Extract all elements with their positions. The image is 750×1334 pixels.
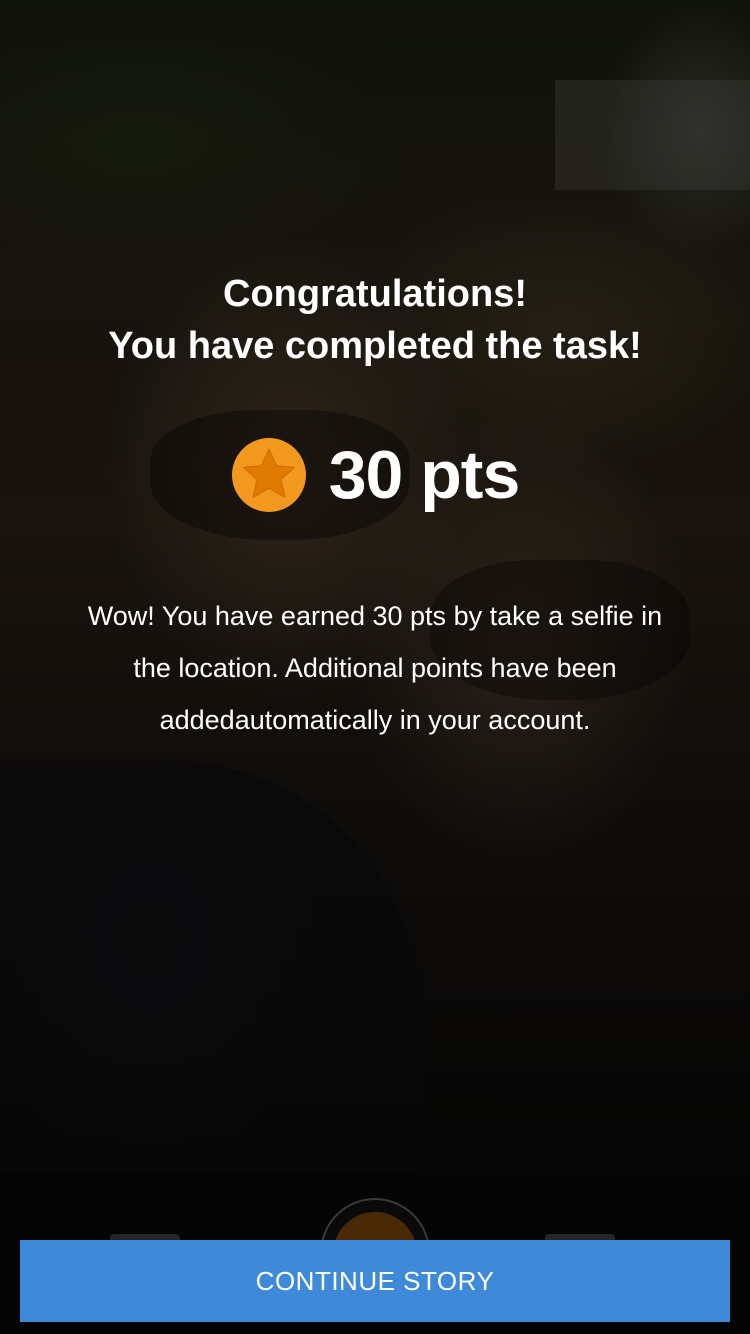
star-coin-icon: [231, 438, 306, 512]
completion-message: Wow! You have earned 30 pts by take a se…: [87, 601, 663, 735]
points-earned: 30 pts: [0, 430, 750, 520]
title-line-2: You have completed the task!: [108, 325, 642, 367]
title-line-1: Congratulations!: [223, 273, 527, 315]
task-complete-screen: Congratulations! You have completed the …: [0, 0, 750, 1334]
continue-story-button[interactable]: CONTINUE STORY: [20, 1240, 730, 1322]
dialog-title: Congratulations! You have completed the …: [0, 268, 750, 372]
points-value: 30 pts: [328, 437, 521, 513]
dim-overlay: [0, 0, 750, 1175]
